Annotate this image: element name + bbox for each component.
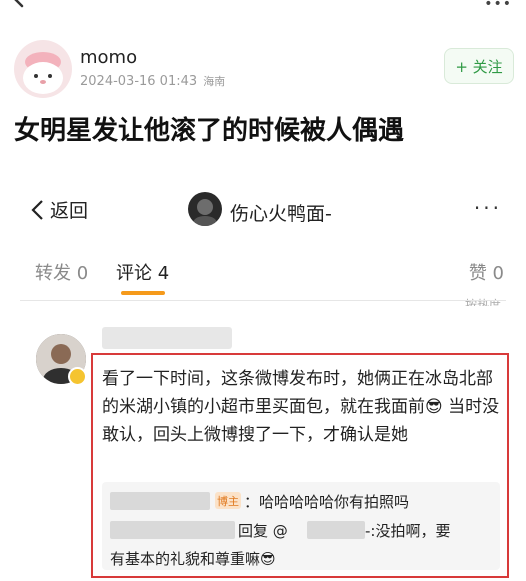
back-arrow-icon[interactable] (6, 0, 30, 8)
back-button[interactable]: 返回 (30, 196, 88, 223)
more-icon[interactable]: ··· (474, 196, 502, 220)
nav-avatar[interactable] (188, 192, 222, 226)
reply-line-2-prefix: 回复 @ (238, 522, 288, 540)
post-location: 海南 (203, 75, 226, 88)
tab-repost[interactable]: 转发 0 (35, 259, 88, 285)
chevron-left-icon (31, 199, 43, 220)
author-badge: 博主 (215, 492, 241, 509)
post-meta: 2024-03-16 01:43 海南 (80, 73, 225, 89)
post-date: 2024-03-16 01:43 (80, 74, 198, 89)
username[interactable]: momo (80, 47, 137, 68)
comment-text: 看了一下时间，这条微博发布时，她俩正在冰岛北部的米湖小镇的小超市里买面包，就在我… (102, 369, 500, 445)
sort-label[interactable]: 按热度 (465, 296, 501, 306)
tab-comment[interactable]: 评论 4 (116, 259, 169, 285)
verified-badge-icon (68, 367, 87, 386)
tab-like[interactable]: 赞 0 (469, 259, 504, 285)
follow-button[interactable]: + 关注 (444, 48, 514, 84)
reply-line-1: ：哈哈哈哈哈你有拍照吗 (244, 493, 410, 511)
post-title: 女明星发让他滚了的时候被人偶遇 (14, 116, 405, 146)
nav-title: 伤心火鸭面- (230, 203, 332, 225)
tab-active-indicator (121, 291, 165, 295)
divider (20, 300, 506, 301)
more-icon[interactable]: ••• (484, 0, 512, 12)
reply-line-2-suffix: -:没拍啊，要 (365, 522, 451, 540)
avatar[interactable] (14, 40, 72, 98)
reply-line-3: 有基本的礼貌和尊重嘛😎 (110, 550, 276, 568)
back-label: 返回 (50, 200, 89, 222)
reply-mention-blurred (307, 521, 365, 539)
reply-name-blurred (110, 492, 210, 510)
commenter-name-blurred[interactable] (102, 327, 232, 349)
reply-name-blurred (110, 521, 235, 539)
